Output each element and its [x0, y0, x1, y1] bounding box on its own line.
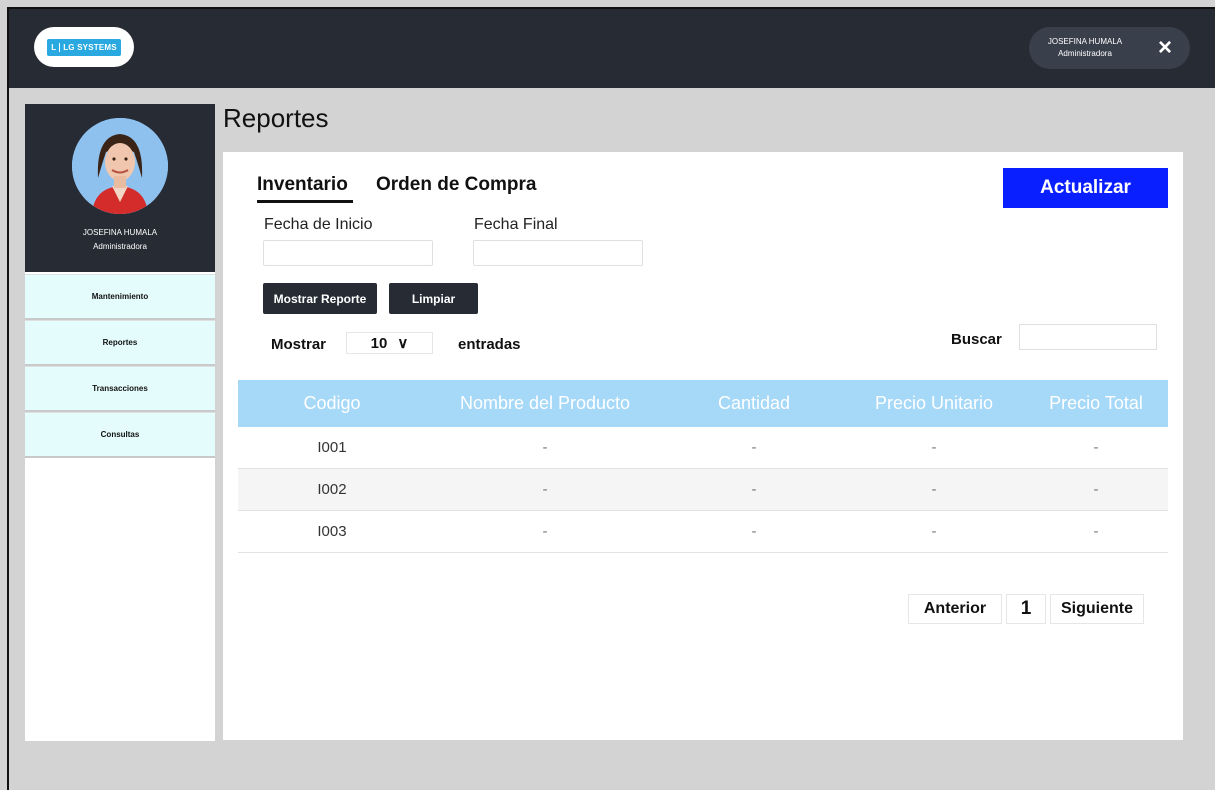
table-row[interactable]: I002 - - - -: [238, 469, 1168, 511]
user-role: Administradora: [1058, 49, 1112, 58]
sidebar-item-mantenimiento[interactable]: Mantenimiento: [25, 274, 215, 320]
show-report-button[interactable]: Mostrar Reporte: [263, 283, 377, 314]
cell-cantidad: -: [751, 439, 757, 456]
user-menu[interactable]: JOSEFINA HUMALA Administradora ×: [1029, 27, 1190, 69]
page-number-button[interactable]: 1: [1006, 594, 1046, 624]
cell-codigo: I003: [317, 523, 347, 540]
logo-badge: L LG SYSTEMS: [47, 38, 121, 56]
column-header-precio-total[interactable]: Precio Total: [1024, 393, 1168, 414]
cell-cantidad: -: [751, 523, 757, 540]
report-table: Codigo Nombre del Producto Cantidad Prec…: [238, 380, 1168, 553]
cell-cantidad: -: [751, 481, 757, 498]
column-header-codigo[interactable]: Codigo: [238, 393, 426, 414]
close-icon[interactable]: ×: [1153, 36, 1177, 60]
cell-nombre: -: [542, 523, 548, 540]
table-header: Codigo Nombre del Producto Cantidad Prec…: [238, 380, 1168, 427]
start-date-label: Fecha de Inicio: [264, 216, 373, 233]
end-date-label: Fecha Final: [474, 216, 558, 233]
active-tab-indicator: [257, 200, 353, 203]
page-title: Reportes: [223, 103, 329, 133]
entries-select[interactable]: 10 ∨: [346, 332, 433, 354]
report-panel: Inventario Orden de Compra Actualizar Fe…: [223, 152, 1183, 740]
sidebar-item-consultas[interactable]: Consultas: [25, 412, 215, 458]
avatar: [72, 118, 168, 214]
update-button[interactable]: Actualizar: [1003, 168, 1168, 208]
profile-name: JOSEFINA HUMALA: [82, 228, 158, 237]
cell-precio-unitario: -: [931, 481, 937, 498]
end-date-input[interactable]: [473, 240, 643, 266]
cell-precio-unitario: -: [931, 523, 937, 540]
top-bar: L LG SYSTEMS JOSEFINA HUMALA Administrad…: [9, 9, 1215, 88]
profile-role: Administradora: [93, 242, 147, 251]
previous-page-button[interactable]: Anterior: [908, 594, 1002, 624]
cell-nombre: -: [542, 439, 548, 456]
logo[interactable]: L LG SYSTEMS: [34, 27, 134, 67]
next-page-button[interactable]: Siguiente: [1050, 594, 1144, 624]
cell-precio-total: -: [1093, 523, 1099, 540]
cell-precio-total: -: [1093, 481, 1099, 498]
tab-inventario[interactable]: Inventario: [257, 174, 348, 196]
chevron-down-icon: ∨: [397, 335, 409, 352]
entries-value: 10: [370, 334, 388, 352]
clear-button[interactable]: Limpiar: [389, 283, 478, 314]
pagination: Anterior 1 Siguiente: [908, 594, 1144, 624]
table-row[interactable]: I001 - - - -: [238, 427, 1168, 469]
user-name: JOSEFINA HUMALA: [1047, 37, 1123, 46]
tab-orden-de-compra[interactable]: Orden de Compra: [376, 174, 536, 196]
profile-card: JOSEFINA HUMALA Administradora: [25, 104, 215, 272]
sidebar-item-transacciones[interactable]: Transacciones: [25, 366, 215, 412]
cell-codigo: I001: [317, 439, 347, 456]
cell-nombre: -: [542, 481, 548, 498]
entries-suffix-label: entradas: [458, 336, 521, 353]
search-label: Buscar: [951, 331, 1002, 348]
logo-text: LG SYSTEMS: [63, 42, 117, 52]
cell-codigo: I002: [317, 481, 347, 498]
search-input[interactable]: [1019, 324, 1157, 350]
logo-letter: L: [51, 42, 61, 52]
column-header-nombre[interactable]: Nombre del Producto: [426, 393, 664, 414]
start-date-input[interactable]: [263, 240, 433, 266]
table-row[interactable]: I003 - - - -: [238, 511, 1168, 553]
sidebar-item-reportes[interactable]: Reportes: [25, 320, 215, 366]
cell-precio-unitario: -: [931, 439, 937, 456]
column-header-precio-unitario[interactable]: Precio Unitario: [844, 393, 1024, 414]
sidebar: JOSEFINA HUMALA Administradora Mantenimi…: [25, 104, 215, 741]
column-header-cantidad[interactable]: Cantidad: [664, 393, 844, 414]
entries-show-label: Mostrar: [271, 336, 327, 353]
cell-precio-total: -: [1093, 439, 1099, 456]
